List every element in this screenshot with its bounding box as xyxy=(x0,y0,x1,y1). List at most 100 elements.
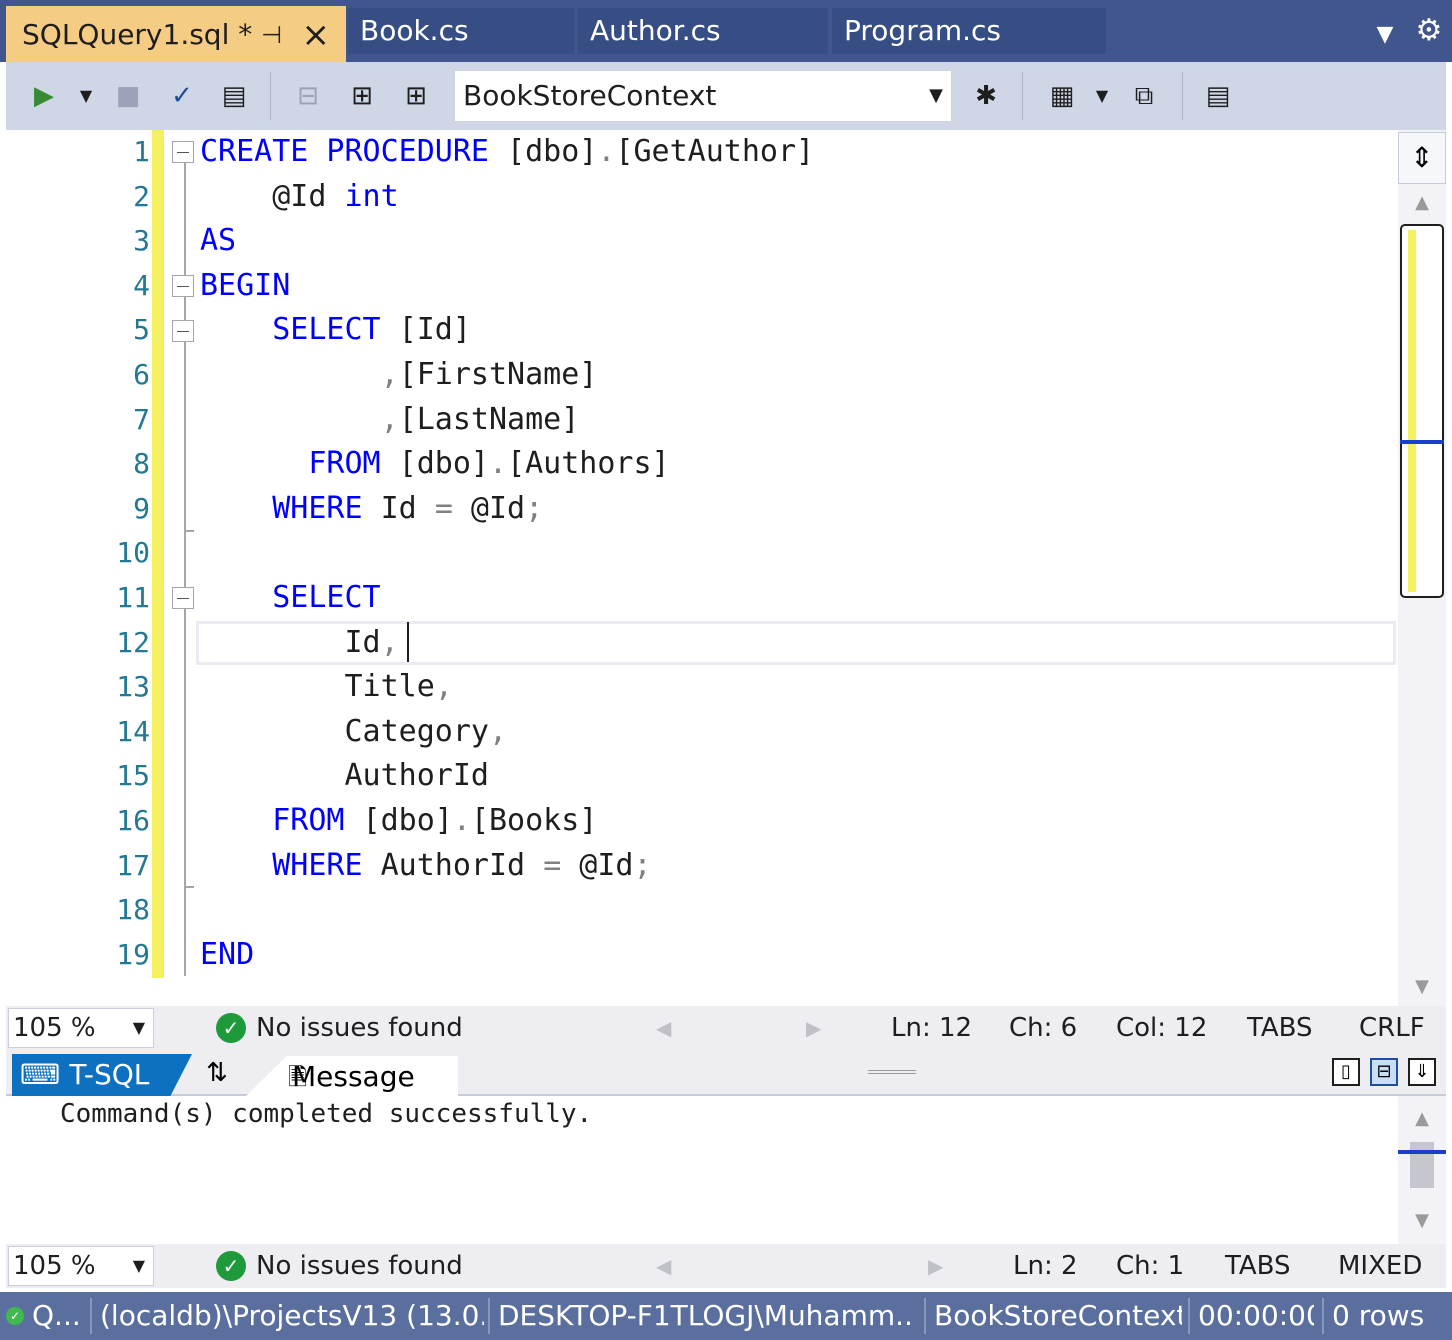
code-line[interactable]: ,[LastName] xyxy=(200,398,580,442)
code-line[interactable]: Title, xyxy=(200,665,452,709)
previous-issue-arrow-icon[interactable]: ◀ xyxy=(656,1006,671,1050)
vertical-split-icon[interactable]: ▯ xyxy=(1332,1058,1360,1086)
gear-icon[interactable]: ⚙ xyxy=(1412,14,1446,48)
tab-author-cs[interactable]: Author.cs xyxy=(578,8,828,54)
new-query-icon[interactable]: ✱ xyxy=(966,76,1006,116)
line-number: 12 xyxy=(116,625,150,659)
code-token: [Id] xyxy=(380,312,471,348)
code-line[interactable]: SELECT [Id] xyxy=(200,308,471,352)
collapse-toggle-icon[interactable] xyxy=(172,141,194,163)
next-issue-arrow-icon[interactable]: ▶ xyxy=(806,1006,821,1050)
close-icon[interactable]: × xyxy=(302,6,331,64)
code-line[interactable]: FROM [dbo].[Books] xyxy=(200,799,597,843)
code-line[interactable]: @Id int xyxy=(200,175,398,219)
schema-compare-icon[interactable]: ⧉ xyxy=(1124,76,1164,116)
check-icon[interactable]: ✓ xyxy=(162,76,202,116)
scroll-up-arrow-icon[interactable]: ▲ xyxy=(1398,192,1446,213)
indent-mode[interactable]: TABS xyxy=(1225,1244,1291,1288)
collapse-toggle-icon[interactable] xyxy=(172,320,194,342)
elapsed-time: 00:00:00 xyxy=(1198,1299,1314,1332)
tab-sqlquery1[interactable]: SQLQuery1.sql * ⊣ × xyxy=(6,6,346,62)
swap-panes-icon[interactable]: ⇅ xyxy=(200,1056,234,1090)
splitter-grip[interactable] xyxy=(868,1070,916,1074)
results-status-bar: 105 % ▼ ✓ No issues found ◀ ▶ Ln: 2 Ch: … xyxy=(6,1244,1446,1288)
results-vertical-scrollbar[interactable]: ▲ ▼ xyxy=(1398,1096,1446,1244)
editor-vertical-scrollbar[interactable]: ⇕ ▲ ▼ xyxy=(1398,130,1446,1006)
code-line[interactable]: AuthorId xyxy=(200,754,489,798)
collapse-pane-icon[interactable]: ⇓ xyxy=(1408,1058,1436,1086)
check-circle-icon: ✓ xyxy=(216,1013,246,1043)
line-number: 6 xyxy=(133,358,150,391)
results-dropdown-chevron-icon[interactable]: ▼ xyxy=(1092,76,1112,116)
execute-dropdown-chevron-icon[interactable]: ▼ xyxy=(76,76,96,116)
connect-icon[interactable]: ⊞ xyxy=(342,76,382,116)
code-line[interactable]: WHERE Id = @Id; xyxy=(200,487,543,531)
code-line[interactable]: AS xyxy=(200,219,236,263)
pin-icon[interactable]: ⊣ xyxy=(261,6,282,64)
line-indicator: Ln: 2 xyxy=(1013,1251,1078,1281)
line-ending[interactable]: MIXED xyxy=(1338,1244,1422,1288)
tab-overflow-chevron-icon[interactable]: ▼ xyxy=(1372,22,1398,48)
disconnect-icon[interactable]: ⊟ xyxy=(288,76,328,116)
line-number-gutter: 1 2 3 4 5 6 7 8 9 10 11 12 13 14 15 16 1… xyxy=(50,130,150,978)
code-token: @Id xyxy=(200,178,345,214)
scroll-down-arrow-icon[interactable]: ▼ xyxy=(1398,1210,1446,1231)
tab-book-cs[interactable]: Book.cs xyxy=(348,8,574,54)
code-line[interactable]: BEGIN xyxy=(200,264,290,308)
results-to-grid-icon[interactable]: ▦ xyxy=(1042,76,1082,116)
code-token: . xyxy=(597,134,616,169)
code-line[interactable]: FROM [dbo].[Authors] xyxy=(200,442,669,486)
issues-status[interactable]: No issues found xyxy=(256,1244,463,1288)
code-line[interactable]: WHERE AuthorId = @Id; xyxy=(200,844,651,888)
scrollbar-thumb[interactable] xyxy=(1400,224,1444,598)
next-issue-arrow-icon[interactable]: ▶ xyxy=(928,1244,943,1288)
line-number: 16 xyxy=(116,804,150,837)
zoom-select[interactable]: 105 % ▼ xyxy=(8,1246,154,1286)
sql-keyword: CREATE PROCEDURE xyxy=(200,134,489,169)
tab-label: Program.cs xyxy=(844,14,1002,47)
code-line[interactable]: Id, xyxy=(200,621,398,665)
scroll-down-arrow-icon[interactable]: ▼ xyxy=(1398,976,1446,997)
scroll-up-arrow-icon[interactable]: ▲ xyxy=(1398,1108,1446,1129)
zoom-value: 105 % xyxy=(13,1251,96,1281)
toolbar-separator xyxy=(1022,72,1023,120)
collapse-toggle-icon[interactable] xyxy=(172,275,194,297)
indent-mode[interactable]: TABS xyxy=(1247,1006,1313,1050)
split-window-icon[interactable]: ⇕ xyxy=(1398,132,1446,184)
tab-message[interactable]: 🗎 Message xyxy=(244,1056,458,1098)
tab-tsql[interactable]: ⌨ T-SQL xyxy=(12,1054,192,1096)
code-line[interactable]: SELECT xyxy=(200,576,380,620)
caret-position-marker xyxy=(1400,440,1444,444)
database-name: BookStoreContext xyxy=(934,1299,1182,1332)
collapse-toggle-icon[interactable] xyxy=(172,587,194,609)
code-token: [Books] xyxy=(470,803,598,838)
char-indicator: Ch: 6 xyxy=(1009,1013,1078,1043)
play-icon[interactable]: ▶ xyxy=(24,76,64,116)
code-line[interactable]: END xyxy=(200,933,254,977)
sql-editor[interactable]: 1 2 3 4 5 6 7 8 9 10 11 12 13 14 15 16 1… xyxy=(6,130,1446,1006)
show-results-pane-icon[interactable]: ▤ xyxy=(1198,76,1238,116)
document-icon: 🗎 xyxy=(288,1063,308,1091)
column-indicator: Col: 12 xyxy=(1116,1013,1208,1043)
scrollbar-thumb[interactable] xyxy=(1410,1142,1434,1188)
line-ending[interactable]: CRLF xyxy=(1359,1006,1425,1050)
previous-issue-arrow-icon[interactable]: ◀ xyxy=(656,1244,671,1288)
issues-status[interactable]: No issues found xyxy=(256,1006,463,1050)
message-output[interactable]: Command(s) completed successfully. ▲ ▼ xyxy=(6,1096,1446,1244)
code-line[interactable]: Category, xyxy=(200,710,507,754)
change-connection-icon[interactable]: ⊞ xyxy=(396,76,436,116)
database-select[interactable]: BookStoreContext ▼ xyxy=(454,70,952,122)
zoom-select[interactable]: 105 % ▼ xyxy=(8,1008,154,1048)
line-number: 18 xyxy=(116,893,150,927)
code-line[interactable]: ,[FirstName] xyxy=(200,353,598,397)
code-line[interactable]: CREATE PROCEDURE [dbo].[GetAuthor] xyxy=(200,130,814,174)
code-token: , xyxy=(488,713,508,749)
horizontal-split-icon[interactable]: ⊟ xyxy=(1370,1058,1398,1086)
tab-label: SQLQuery1.sql * xyxy=(22,18,253,51)
tab-program-cs[interactable]: Program.cs xyxy=(832,8,1106,54)
stop-icon[interactable]: ■ xyxy=(108,76,148,116)
estimated-plan-icon[interactable]: ▤ xyxy=(214,76,254,116)
